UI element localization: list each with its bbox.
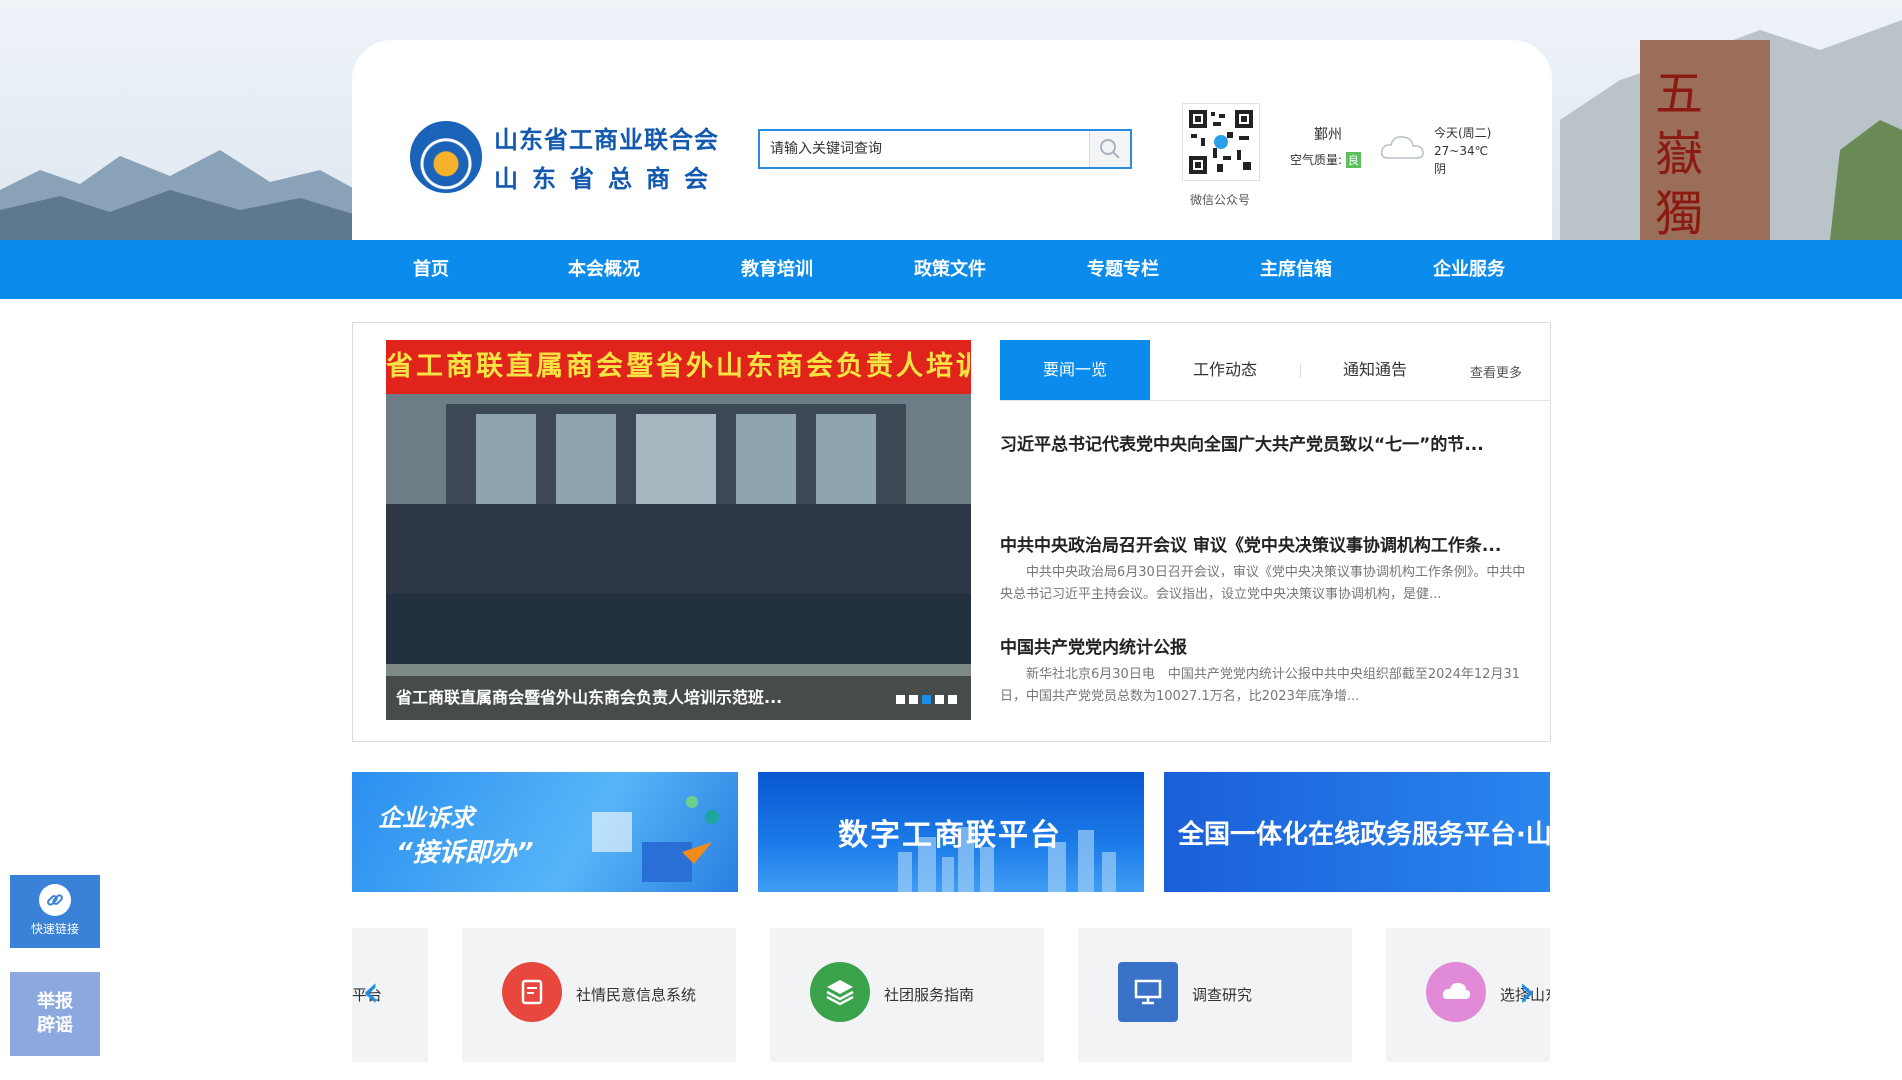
mountain-right-illustration: 五 嶽 獨 <box>1560 20 1902 240</box>
banner-appeal-service[interactable]: 企业诉求 “接诉即办” <box>352 772 738 892</box>
wechat-qr-code <box>1182 103 1260 181</box>
cloud-icon <box>1380 136 1424 159</box>
org-name-line1: 山东省工商业联合会 <box>494 126 719 154</box>
svg-text:五: 五 <box>1655 66 1703 122</box>
tab-notices[interactable]: 通知通告 <box>1300 340 1450 400</box>
quick-link-label: 快速链接 <box>30 922 79 936</box>
document-edit-icon <box>502 962 562 1022</box>
slider-dot[interactable] <box>896 695 905 704</box>
group-photo-image <box>386 394 971 720</box>
search-button[interactable] <box>1089 131 1130 167</box>
banner-digital-platform[interactable]: 数字工商联平台 <box>758 772 1144 892</box>
service-label: 调查研究 <box>1192 986 1253 1004</box>
carousel-next-icon[interactable]: › <box>1518 970 1536 1014</box>
nav-item-overview[interactable]: 本会概况 <box>544 240 664 299</box>
report-line1: 举报 <box>37 991 73 1012</box>
nav-item-mailbox[interactable]: 主席信箱 <box>1236 240 1356 299</box>
banner-appeal-line1: 企业诉求 <box>378 804 474 832</box>
service-label: 社团服务指南 <box>884 986 975 1004</box>
nav-item-training[interactable]: 教育培训 <box>717 240 837 299</box>
layers-star-icon <box>810 962 870 1022</box>
quick-link-button[interactable]: 快速链接 <box>10 875 100 948</box>
weather-city: 鄞州 <box>1314 127 1342 143</box>
nav-item-policy[interactable]: 政策文件 <box>890 240 1010 299</box>
cloud-upload-icon <box>1426 962 1486 1022</box>
org-name: 山东省工商业联合会 山东省总商会 <box>494 120 722 194</box>
slide-banner-text: 省工商联直属商会暨省外山东商会负责人培训示 <box>386 340 971 394</box>
service-card-research[interactable]: 调查研究 <box>1078 928 1352 1062</box>
search-bar <box>758 129 1132 169</box>
news-tabs: 要闻一览 工作动态 通知通告 <box>1000 340 1551 401</box>
news-summary: 中共中央政治局6月30日召开会议，审议《党中央决策议事协调机构工作条例》。中共中… <box>1000 565 1526 602</box>
service-card-association-guide[interactable]: 社团服务指南 <box>770 928 1044 1062</box>
main-nav: 首页 本会概况 教育培训 政策文件 专题专栏 主席信箱 企业服务 <box>0 240 1902 299</box>
slider-dot[interactable] <box>935 695 944 704</box>
news-summary: 新华社北京6月30日电 中国共产党党内统计公报中共中央组织部截至2024年12月… <box>1000 667 1520 704</box>
banner-gov-title: 全国一体化在线政务服务平台·山东 <box>1178 820 1550 850</box>
news-title[interactable]: 中共中央政治局召开会议 审议《党中央决策议事协调机构工作条... <box>1000 531 1530 556</box>
slider-pagination <box>896 695 957 704</box>
svg-text:嶽: 嶽 <box>1655 126 1703 182</box>
news-item[interactable]: 中共中央政治局召开会议 审议《党中央决策议事协调机构工作条... 中共中央政治局… <box>1000 531 1530 606</box>
qr-label: 微信公众号 <box>1190 193 1251 207</box>
carousel-prev-icon[interactable]: ‹ <box>362 970 380 1014</box>
svg-text:獨: 獨 <box>1655 186 1703 240</box>
photo-slider[interactable]: 省工商联直属商会暨省外山东商会负责人培训示 省工商联直属商会暨省外山东商会负责人… <box>386 340 971 720</box>
weather-day: 今天(周二) <box>1434 126 1492 140</box>
slide-caption: 省工商联直属商会暨省外山东商会负责人培训示范班... <box>386 676 971 720</box>
slider-dot-active[interactable] <box>922 695 931 704</box>
search-icon <box>1100 139 1120 159</box>
link-icon <box>39 884 71 916</box>
emblem-icon <box>410 121 482 193</box>
nav-item-topics[interactable]: 专题专栏 <box>1063 240 1183 299</box>
site-logo[interactable]: 山东省工商业联合会 山东省总商会 <box>410 120 722 194</box>
mountain-left-illustration <box>0 150 360 240</box>
banner-gov-service[interactable]: 全国一体化在线政务服务平台·山东 <box>1164 772 1550 892</box>
org-name-line2: 山东省总商会 <box>494 165 722 193</box>
report-line2: 辟谣 <box>37 1015 73 1036</box>
news-item[interactable]: 中国共产党党内统计公报 新华社北京6月30日电 中国共产党党内统计公报中共中央组… <box>1000 633 1530 708</box>
weather-info: 今天(周二) 27~34℃ 阴 <box>1434 124 1491 178</box>
news-item[interactable]: 习近平总书记代表党中央向全国广大共产党员致以“七一”的节... <box>1000 430 1530 455</box>
weather-temp: 27~34℃ <box>1434 144 1489 158</box>
slider-dot[interactable] <box>909 695 918 704</box>
search-input[interactable] <box>760 131 1089 167</box>
nav-item-enterprise-service[interactable]: 企业服务 <box>1409 240 1529 299</box>
slider-dot[interactable] <box>948 695 957 704</box>
banner-appeal-line2: “接诉即办” <box>396 838 534 868</box>
banner-digital-title: 数字工商联平台 <box>838 818 1062 853</box>
news-title[interactable]: 中国共产党党内统计公报 <box>1000 633 1530 658</box>
nav-item-home[interactable]: 首页 <box>371 240 491 299</box>
slide-photo <box>386 394 971 720</box>
air-quality-label: 空气质量: <box>1290 153 1343 167</box>
service-label: 社情民意信息系统 <box>576 986 697 1004</box>
air-quality-badge: 良 <box>1345 152 1361 168</box>
qr-code-icon <box>1187 108 1255 176</box>
tab-work-updates[interactable]: 工作动态 <box>1150 340 1300 400</box>
monitor-icon <box>1118 962 1178 1022</box>
air-quality: 空气质量: 良 <box>1290 151 1361 168</box>
news-title[interactable]: 习近平总书记代表党中央向全国广大共产党员致以“七一”的节... <box>1000 430 1530 455</box>
service-card-public-opinion[interactable]: 社情民意信息系统 <box>462 928 736 1062</box>
tab-headlines[interactable]: 要闻一览 <box>1000 340 1150 400</box>
weather-condition: 阴 <box>1434 162 1447 176</box>
view-more-link[interactable]: 查看更多 <box>1470 362 1522 381</box>
paper-plane-illustration <box>592 796 719 882</box>
report-rumor-button[interactable]: 举报 辟谣 <box>10 972 100 1056</box>
